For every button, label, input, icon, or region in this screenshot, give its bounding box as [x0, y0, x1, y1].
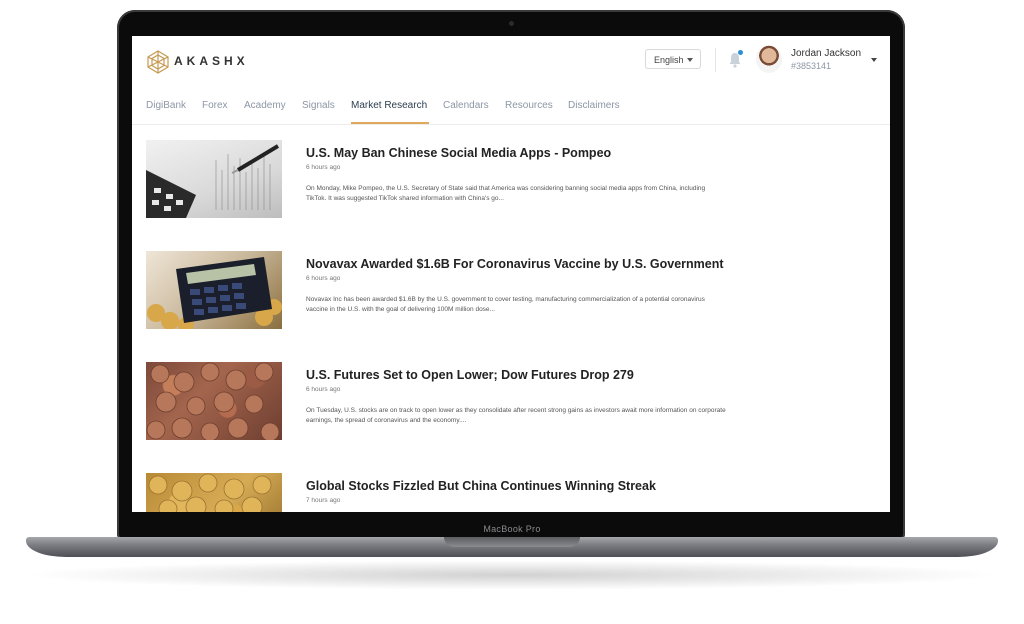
calculator-coins-icon: [147, 257, 282, 329]
language-select[interactable]: English: [645, 49, 701, 69]
gold-coins-icon: [148, 473, 272, 512]
divider: [715, 48, 716, 72]
nav-item-market-research[interactable]: Market Research: [351, 100, 427, 111]
nav-item-digibank[interactable]: DigiBank: [146, 100, 186, 111]
article-excerpt: On Tuesday, U.S. stocks are on track to …: [306, 407, 726, 424]
user-id: #3853141: [791, 61, 832, 71]
nav-item-academy[interactable]: Academy: [244, 100, 286, 111]
avatar[interactable]: [756, 45, 782, 73]
main-nav: DigiBank Forex Academy Signals Market Re…: [132, 88, 890, 125]
article-title[interactable]: U.S. Futures Set to Open Lower; Dow Futu…: [306, 368, 634, 382]
article-time: 6 hours ago: [306, 275, 341, 282]
article-thumbnail[interactable]: [146, 473, 282, 512]
article-title[interactable]: Novavax Awarded $1.6B For Coronavirus Va…: [306, 257, 724, 271]
nav-item-forex[interactable]: Forex: [202, 100, 228, 111]
article-item[interactable]: U.S. Futures Set to Open Lower; Dow Futu…: [146, 362, 846, 442]
article-title[interactable]: U.S. May Ban Chinese Social Media Apps -…: [306, 146, 611, 160]
article-thumbnail[interactable]: [146, 140, 282, 218]
article-item[interactable]: U.S. May Ban Chinese Social Media Apps -…: [146, 140, 846, 220]
article-thumbnail[interactable]: [146, 251, 282, 329]
article-time: 6 hours ago: [306, 386, 341, 393]
user-name[interactable]: Jordan Jackson: [791, 48, 861, 59]
device-model-label: MacBook Pro: [483, 524, 541, 534]
laptop-shadow: [20, 560, 1004, 590]
laptop-hinge-notch: [444, 537, 580, 547]
copper-coins-icon: [146, 362, 280, 440]
notification-badge: [738, 50, 743, 55]
user-menu-chevron-icon[interactable]: [871, 58, 877, 62]
article-item[interactable]: Global Stocks Fizzled But China Continue…: [146, 473, 846, 512]
nav-item-signals[interactable]: Signals: [302, 100, 335, 111]
nav-item-calendars[interactable]: Calendars: [443, 100, 489, 111]
app-screen: AKASHX English Jordan Jackson #3853141 D…: [132, 36, 890, 512]
pen-chart-calculator-icon: [146, 144, 280, 218]
nav-item-disclaimers[interactable]: Disclaimers: [568, 100, 620, 111]
chevron-down-icon: [687, 58, 693, 62]
article-title[interactable]: Global Stocks Fizzled But China Continue…: [306, 479, 656, 493]
article-excerpt: Novavax Inc has been awarded $1.6B by th…: [306, 296, 705, 313]
brand-logo-icon: [147, 50, 169, 74]
app-header: AKASHX English Jordan Jackson #3853141: [132, 36, 890, 88]
article-item[interactable]: Novavax Awarded $1.6B For Coronavirus Va…: [146, 251, 846, 331]
active-tab-indicator: [351, 122, 429, 124]
nav-item-resources[interactable]: Resources: [505, 100, 553, 111]
brand-name[interactable]: AKASHX: [174, 54, 249, 68]
article-thumbnail[interactable]: [146, 362, 282, 440]
article-excerpt: On Monday, Mike Pompeo, the U.S. Secreta…: [306, 185, 706, 202]
article-time: 6 hours ago: [306, 164, 341, 171]
webcam: [509, 21, 514, 26]
language-label: English: [654, 55, 684, 65]
article-time: 7 hours ago: [306, 497, 341, 504]
